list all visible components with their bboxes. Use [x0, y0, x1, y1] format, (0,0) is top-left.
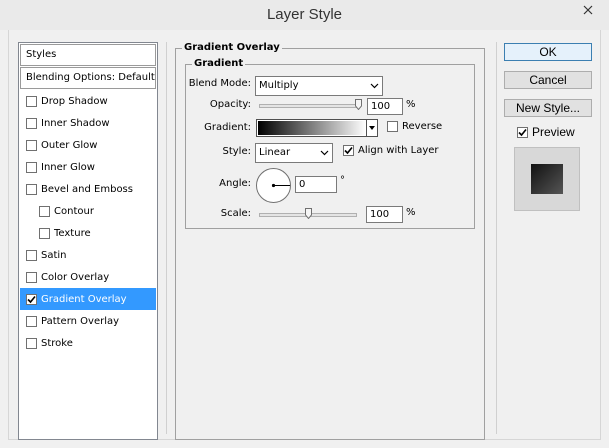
style-item-label: Contour — [54, 205, 94, 217]
chevron-down-icon — [370, 83, 379, 89]
gradient-dropdown-button[interactable] — [366, 120, 377, 136]
preview-label: Preview — [532, 125, 575, 139]
scale-input[interactable]: 100 — [366, 206, 403, 223]
scale-label: Scale: — [220, 208, 251, 219]
chevron-down-icon — [320, 150, 329, 156]
style-item-satin[interactable]: Satin — [20, 244, 156, 266]
blend-mode-value: Multiply — [259, 80, 299, 91]
style-item-texture[interactable]: Texture — [20, 222, 156, 244]
scale-slider-thumb[interactable] — [305, 208, 312, 219]
opacity-slider[interactable] — [259, 104, 359, 108]
blend-mode-select[interactable]: Multiply — [255, 76, 383, 96]
degree-sign: ° — [340, 175, 345, 186]
scale-percent: % — [406, 207, 416, 218]
opacity-slider-thumb[interactable] — [355, 99, 362, 110]
style-item-color-overlay[interactable]: Color Overlay — [20, 266, 156, 288]
angle-label: Angle: — [219, 178, 251, 189]
style-item-checkbox[interactable] — [26, 315, 37, 327]
reverse-checkbox[interactable] — [387, 121, 398, 132]
style-item-label: Inner Glow — [41, 161, 95, 173]
opacity-label: Opacity: — [209, 99, 251, 110]
blending-options-item[interactable]: Blending Options: Default — [20, 67, 156, 89]
style-item-bevel-and-emboss[interactable]: Bevel and Emboss — [20, 178, 156, 200]
close-icon — [583, 5, 593, 15]
new-style-button[interactable]: New Style... — [504, 99, 592, 117]
chevron-down-icon — [369, 126, 375, 130]
align-with-layer-checkbox[interactable] — [343, 145, 354, 156]
style-item-checkbox[interactable] — [26, 293, 37, 305]
style-item-contour[interactable]: Contour — [20, 200, 156, 222]
angle-dial[interactable] — [255, 167, 292, 204]
style-item-checkbox[interactable] — [26, 161, 37, 173]
cancel-button[interactable]: Cancel — [504, 71, 592, 89]
reverse-checkbox-row[interactable]: Reverse — [387, 121, 442, 132]
gradient-label: Gradient: — [204, 122, 251, 133]
style-item-checkbox[interactable] — [26, 183, 37, 195]
styles-list: Styles Blending Options: Default Drop Sh… — [18, 42, 158, 440]
style-item-checkbox[interactable] — [39, 227, 50, 239]
style-item-label: Pattern Overlay — [41, 315, 120, 327]
checkmark-icon — [518, 128, 527, 136]
style-item-checkbox[interactable] — [26, 271, 37, 283]
ok-button[interactable]: OK — [504, 43, 592, 61]
panel-divider — [166, 42, 167, 434]
style-preview — [514, 147, 580, 211]
group-title: Gradient — [192, 58, 246, 70]
style-item-checkbox[interactable] — [39, 205, 50, 217]
style-item-stroke[interactable]: Stroke — [20, 332, 156, 354]
title-bar[interactable]: Layer Style — [0, 0, 609, 30]
align-label: Align with Layer — [358, 145, 439, 156]
window-title: Layer Style — [266, 6, 343, 23]
preview-swatch — [531, 164, 563, 194]
preview-checkbox-row[interactable]: Preview — [517, 125, 575, 139]
style-item-label: Color Overlay — [41, 271, 110, 283]
style-label: Style: — [222, 146, 252, 157]
style-item-checkbox[interactable] — [26, 249, 37, 261]
reverse-label: Reverse — [402, 121, 443, 132]
checkmark-icon — [27, 295, 36, 303]
style-item-outer-glow[interactable]: Outer Glow — [20, 134, 156, 156]
styles-header[interactable]: Styles — [20, 44, 156, 66]
section-title: Gradient Overlay — [182, 42, 282, 54]
style-item-label: Gradient Overlay — [41, 293, 127, 305]
align-checkbox-row[interactable]: Align with Layer — [343, 145, 439, 156]
style-item-checkbox[interactable] — [26, 117, 37, 129]
opacity-percent: % — [406, 99, 416, 110]
blend-mode-label: Blend Mode: — [188, 78, 251, 89]
style-item-label: Satin — [41, 249, 67, 261]
style-item-label: Texture — [54, 227, 91, 239]
style-item-checkbox[interactable] — [26, 95, 37, 107]
gradient-picker[interactable] — [256, 119, 378, 137]
style-item-checkbox[interactable] — [26, 337, 37, 349]
close-button[interactable] — [573, 0, 603, 20]
preview-checkbox[interactable] — [517, 126, 528, 138]
opacity-input[interactable]: 100 — [367, 98, 403, 115]
style-item-checkbox[interactable] — [26, 139, 37, 151]
style-item-drop-shadow[interactable]: Drop Shadow — [20, 90, 156, 112]
style-item-pattern-overlay[interactable]: Pattern Overlay — [20, 310, 156, 332]
style-item-label: Drop Shadow — [41, 95, 108, 107]
style-item-gradient-overlay[interactable]: Gradient Overlay — [20, 288, 156, 310]
style-value: Linear — [259, 147, 291, 158]
style-item-inner-glow[interactable]: Inner Glow — [20, 156, 156, 178]
style-item-label: Inner Shadow — [41, 117, 110, 129]
layer-style-dialog: Layer Style Styles Blending Options: Def… — [0, 0, 609, 448]
panel-divider — [496, 42, 497, 434]
checkmark-icon — [344, 146, 353, 155]
style-item-label: Outer Glow — [41, 139, 98, 151]
style-item-label: Stroke — [41, 337, 73, 349]
angle-input[interactable]: 0 — [295, 176, 337, 193]
style-item-label: Bevel and Emboss — [41, 183, 133, 195]
gradient-preview[interactable] — [258, 121, 366, 135]
style-item-inner-shadow[interactable]: Inner Shadow — [20, 112, 156, 134]
style-select[interactable]: Linear — [255, 143, 333, 163]
